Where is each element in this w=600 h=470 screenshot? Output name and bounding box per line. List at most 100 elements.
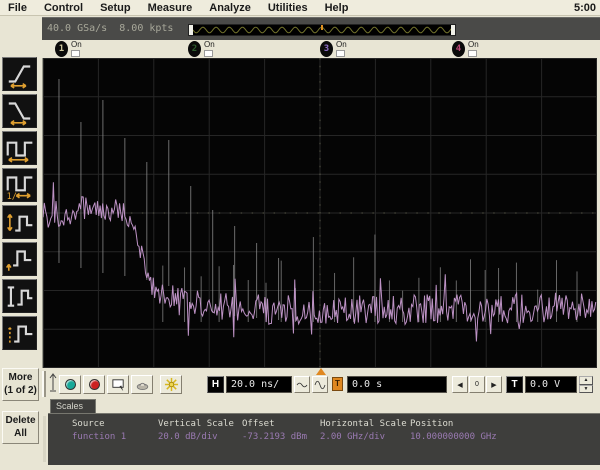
- measurement-icon-column: 1/: [2, 57, 37, 350]
- sample-rate-and-depth: 40.0 GSa/s 8.00 kpts: [47, 23, 173, 34]
- period-icon: [4, 141, 35, 166]
- acquisition-status-bar: 40.0 GSa/s 8.00 kpts: [42, 17, 600, 40]
- preview-waveform: [193, 26, 453, 34]
- channel-button-row: 1 On 2 On 3 On 4 On: [42, 40, 600, 58]
- printer-icon: [136, 382, 148, 390]
- large-sine-icon: [314, 380, 326, 389]
- menu-utilities[interactable]: Utilities: [268, 2, 308, 14]
- menu-bar: File Control Setup Measure Analyze Utili…: [0, 0, 600, 16]
- channel-on-label: On: [468, 40, 479, 49]
- negative-width-icon-button[interactable]: [2, 242, 37, 276]
- source-value[interactable]: function 1: [72, 432, 126, 442]
- channel-indicator[interactable]: [71, 50, 80, 57]
- channel-indicator[interactable]: [204, 50, 213, 57]
- trigger-level-spinner: ▲ ▼: [579, 376, 593, 393]
- vertical-scale-value[interactable]: 20.0 dB/div: [158, 432, 218, 442]
- delete-label: Delete: [5, 415, 36, 426]
- channel-3-number: 3: [320, 41, 333, 57]
- delete-all-label: All: [14, 427, 27, 439]
- channel-indicator[interactable]: [336, 50, 345, 57]
- v-top-icon: [4, 325, 35, 351]
- stop-icon: [88, 379, 100, 390]
- channel-4-number: 4: [452, 41, 465, 57]
- hscale-decrease-button[interactable]: [294, 376, 310, 393]
- trigger-setup-button[interactable]: T: [506, 376, 523, 393]
- trigger-level-field[interactable]: 0.0 V: [525, 376, 577, 393]
- offset-value[interactable]: -73.2193 dBm: [242, 432, 307, 442]
- positive-width-icon-button[interactable]: [2, 205, 37, 239]
- scope-main-area: 40.0 GSa/s 8.00 kpts 1On2On3On4On: [42, 17, 600, 470]
- trigger-position-field[interactable]: 0.0 s: [347, 376, 447, 393]
- toolbar-gripper[interactable]: [42, 371, 46, 397]
- channel-1-number: 1: [55, 41, 68, 57]
- trigger-position-marker[interactable]: [316, 368, 326, 375]
- scales-panel: Source function 1 Vertical Scale 20.0 dB…: [43, 413, 600, 465]
- clock: 5:00: [573, 1, 596, 14]
- menu-setup[interactable]: Setup: [100, 2, 131, 14]
- v-amplitude-icon: [4, 286, 35, 314]
- panel-gripper[interactable]: [43, 416, 46, 462]
- waveform-display[interactable]: [42, 58, 597, 368]
- stop-button[interactable]: [83, 375, 105, 394]
- rise-time-icon: [4, 65, 35, 92]
- oscilloscope-app: File Control Setup Measure Analyze Utili…: [0, 0, 600, 470]
- rise-time-icon-button[interactable]: [2, 57, 37, 91]
- run-button[interactable]: [59, 375, 81, 394]
- more-measurements-button[interactable]: More (1 of 2): [2, 368, 39, 401]
- trigger-position-button[interactable]: T: [332, 377, 343, 391]
- col-header-source: Source: [72, 419, 105, 429]
- channel-on-label: On: [204, 40, 215, 49]
- small-sine-icon: [296, 382, 308, 387]
- print-button[interactable]: [131, 375, 153, 394]
- cursor-marker-icon[interactable]: [48, 372, 58, 394]
- v-amplitude-icon-button[interactable]: [2, 279, 37, 313]
- fall-time-icon-button[interactable]: [2, 94, 37, 128]
- position-left-button[interactable]: ◀: [452, 376, 468, 393]
- menu-measure[interactable]: Measure: [148, 2, 193, 14]
- channel-indicator[interactable]: [468, 50, 477, 57]
- preview-right-cap[interactable]: [451, 25, 455, 35]
- menu-file[interactable]: File: [8, 2, 27, 14]
- horizontal-scale-value[interactable]: 2.00 GHz/div: [320, 432, 385, 442]
- channel-on-label: On: [336, 40, 347, 49]
- channel-on-label: On: [71, 40, 82, 49]
- col-header-vscale: Vertical Scale: [158, 419, 234, 429]
- horizontal-setup-button[interactable]: H: [207, 376, 224, 393]
- col-header-offset: Offset: [242, 419, 275, 429]
- clear-display-star-icon: [164, 377, 178, 392]
- channel-2-button[interactable]: 2 On: [188, 41, 215, 57]
- horizontal-trigger-toolbar: H 20.0 ns/ T 0.0 s ◀ 0 ▶ T 0.0 V ▲ ▼: [42, 368, 600, 399]
- period-icon-button[interactable]: [2, 131, 37, 165]
- v-top-icon-button[interactable]: [2, 316, 37, 350]
- acquisition-preview-bar[interactable]: [188, 24, 456, 36]
- spinner-down-button[interactable]: ▼: [579, 384, 593, 393]
- position-value[interactable]: 10.000000000 GHz: [410, 432, 497, 442]
- channel-4-button[interactable]: 4 On: [452, 41, 479, 57]
- menu-help[interactable]: Help: [325, 2, 349, 14]
- hscale-increase-button[interactable]: [312, 376, 328, 393]
- col-header-position: Position: [410, 419, 454, 429]
- channel-1-button[interactable]: 1 On: [55, 41, 82, 57]
- menu-analyze[interactable]: Analyze: [209, 2, 251, 14]
- fall-time-icon: [4, 102, 35, 129]
- negative-width-icon: [4, 250, 35, 277]
- horizontal-scale-field[interactable]: 20.0 ns/: [226, 376, 292, 393]
- frequency-icon-button[interactable]: 1/: [2, 168, 37, 202]
- svg-text:1/: 1/: [7, 192, 17, 200]
- tab-scales[interactable]: Scales: [50, 399, 96, 413]
- touch-window-icon: [111, 379, 124, 392]
- delete-all-button[interactable]: Delete All: [2, 411, 39, 444]
- touch-window-button[interactable]: [107, 375, 129, 394]
- more-label: More: [8, 372, 33, 383]
- channel-3-button[interactable]: 3 On: [320, 41, 347, 57]
- sample-rate: 40.0 GSa/s: [47, 23, 108, 34]
- clear-display-button[interactable]: [160, 375, 182, 394]
- frequency-icon: 1/: [4, 176, 35, 203]
- position-zero-button[interactable]: 0: [469, 376, 485, 393]
- channel-2-number: 2: [188, 41, 201, 57]
- position-right-button[interactable]: ▶: [486, 376, 502, 393]
- menu-control[interactable]: Control: [44, 2, 83, 14]
- spinner-up-button[interactable]: ▲: [579, 376, 593, 385]
- memory-depth: 8.00 kpts: [119, 23, 174, 34]
- measurement-sidebar: 1/ More (1 of 2) Delete All: [0, 17, 42, 470]
